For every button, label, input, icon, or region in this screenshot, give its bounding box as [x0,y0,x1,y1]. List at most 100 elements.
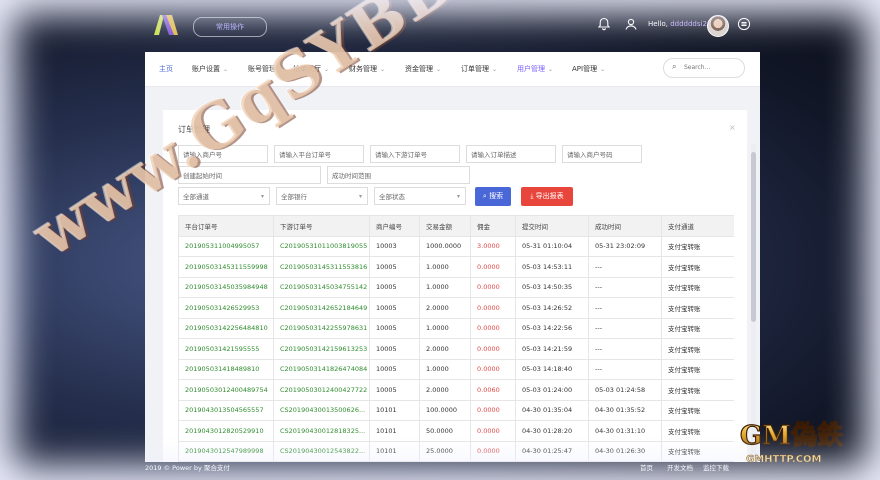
search-button[interactable]: ⌕ 搜索 [475,187,511,206]
table-row[interactable]: 201905031422564848​10 C201905031422559786… [178,317,734,339]
column-header[interactable]: 平台订单号 [178,215,274,237]
table-cell[interactable]: 201905031453115599​98 [178,256,274,278]
column-header[interactable]: 成功时间 [588,215,662,237]
search-input[interactable] [684,62,739,73]
username-label[interactable]: ddddddsi2 [670,20,707,28]
table-row[interactable]: 201905031418489810 C20190503141826474084 1… [178,358,734,380]
table-cell[interactable]: C20190503145034755142 [273,276,370,298]
table-cell[interactable]: CS20190430012543822... [273,440,370,462]
table-cell: 10005 [369,256,420,278]
chevron-down-icon: ⌄ [548,66,554,73]
column-header[interactable]: 支付通道 [661,215,734,237]
table-row[interactable]: 201905311004995057 C20190531011003819055 1… [178,235,734,257]
channel-select[interactable]: 全部通道 ▾ [178,187,270,205]
nav-label: 账户设置 [192,65,220,73]
nav-item-account-settings[interactable]: 账户设置 ⌄ [192,64,228,74]
nav-item-finance[interactable]: 财务管理 ⌄ [349,64,385,74]
avatar[interactable] [707,15,729,37]
table-cell[interactable]: 201905031426529953 [178,297,274,319]
footer-link-home[interactable]: 首页 [640,462,653,472]
bank-select[interactable]: 全部银行 ▾ [276,187,368,205]
table-cell[interactable]: C20190503142159613253 [273,338,370,360]
platform-order-input[interactable]: 请输入平台订单号 [274,145,364,163]
status-select[interactable]: 全部状态 ▾ [374,187,466,205]
table-cell[interactable]: 201904301282052991​0 [178,420,274,442]
user-greeting: Hello, ddddddsi2 [648,20,707,28]
table-cell[interactable]: 201905030124004897​54 [178,379,274,401]
table-cell[interactable]: CS20190430012818325... [273,420,370,442]
table-cell[interactable]: C20190503142652184649 [273,297,370,319]
table-row[interactable]: 201905031453115599​98 C201905031453115538… [178,256,734,278]
downstream-order-input[interactable]: 请输入下游订单号 [370,145,460,163]
nav-item-home[interactable]: 主页 [159,64,173,74]
nav-item-api[interactable]: API管理 ⌄ [572,64,605,74]
table-cell: 04-30 01:35:52 [588,399,662,421]
table-cell[interactable]: C20190531011003819055 [273,235,370,257]
quick-actions-button[interactable]: 常用操作 [193,17,267,37]
order-desc-input[interactable]: 请输入订单描述 [466,145,556,163]
table-cell: 10101 [369,440,420,462]
table-cell[interactable]: 201904301350456555​7 [178,399,274,421]
table-cell[interactable]: C20190503141826474084 [273,358,370,380]
brand-logo-icon[interactable] [152,14,180,36]
table-cell[interactable]: C20190503012400427722 [273,379,370,401]
table-row[interactable]: 201905031426529953 C20190503142652184649 1… [178,297,734,319]
table-cell: 50.0000 [419,420,471,442]
table-cell[interactable]: 201905031421595555 [178,338,274,360]
table-cell: 支付宝转账 [661,399,734,421]
nav-item-account-management[interactable]: 账号管理 [248,64,276,74]
table-cell: 1.0000 [419,256,471,278]
table-row[interactable]: 201904301282052991​0 CS20190430012818325.… [178,420,734,442]
created-start-input[interactable]: 创建起始时间 [178,166,321,184]
table-cell[interactable]: 201905031422564848​10 [178,317,274,339]
table-cell: --- [588,338,662,360]
table-cell: 04-30 01:25:47 [515,440,589,462]
badge-text-top: GM偽鉄 [740,420,843,451]
column-header[interactable]: 佣金 [470,215,516,237]
footer-link-docs[interactable]: 开发文档 [667,462,693,472]
nav-label: 抢单大厅 [293,65,321,73]
success-range-input[interactable]: 成功时间范围 [327,166,470,184]
table-cell: 05-31 01:10:04 [515,235,589,257]
close-icon[interactable]: × [729,123,736,132]
merchant-no-input[interactable]: 请输入商户号 [178,145,268,163]
user-switch-icon[interactable] [624,17,638,31]
table-cell: 支付宝转账 [661,297,734,319]
column-header[interactable]: 交易金额 [419,215,471,237]
table-cell[interactable]: 201905311004995057 [178,235,274,257]
nav-item-funds[interactable]: 资金管理 ⌄ [405,64,441,74]
table-cell[interactable]: 201905031418489810 [178,358,274,380]
chevron-down-icon: ⌄ [223,66,229,73]
export-report-button[interactable]: ⤓ 导出报表 [521,187,573,206]
table-cell: 0.0000 [470,440,516,462]
table-row[interactable]: 201904301254798999​8 CS20190430012543822.… [178,440,734,462]
table-cell: 05-03 01:24:00 [515,379,589,401]
table-row[interactable]: 201905031421595555 C20190503142159613253 1… [178,338,734,360]
menu-icon[interactable] [737,17,751,31]
chevron-down-icon: ⌄ [436,66,442,73]
table-row[interactable]: 201905030124004897​54 C201905030124004277… [178,379,734,401]
table-cell: 10005 [369,358,420,380]
column-header[interactable]: 提交时间 [515,215,589,237]
table-cell[interactable]: CS20190430013500626... [273,399,370,421]
table-row[interactable]: 201904301350456555​7 CS20190430013500626.… [178,399,734,421]
table-cell: 0.0000 [470,297,516,319]
bell-icon[interactable] [597,17,611,31]
column-header[interactable]: 商户编号 [369,215,420,237]
scrollbar-thumb[interactable] [751,152,756,322]
table-cell[interactable]: C20190503142255978631 [273,317,370,339]
table-cell: 05-03 14:26:52 [515,297,589,319]
table-cell[interactable]: 201904301254798999​8 [178,440,274,462]
table-cell[interactable]: 201905031450359849​48 [178,276,274,298]
table-row[interactable]: 201905031450359849​48 C201905031450347551… [178,276,734,298]
table-cell[interactable]: C20190503145311553816 [273,256,370,278]
nav-item-grab-hall[interactable]: 抢单大厅 ⌄ [293,64,329,74]
footer-link-download[interactable]: 监控下载 [703,462,729,472]
nav-item-orders[interactable]: 订单管理 ⌄ [461,64,497,74]
chevron-down-icon: ▾ [260,193,264,200]
nav-item-users[interactable]: 用户管理 ⌄ [517,64,553,74]
greeting-prefix: Hello, [648,20,671,28]
column-header[interactable]: 下游订单号 [273,215,370,237]
extra-code-input[interactable]: 请输入商户号码 [562,145,642,163]
table-cell: 0.0000 [470,256,516,278]
